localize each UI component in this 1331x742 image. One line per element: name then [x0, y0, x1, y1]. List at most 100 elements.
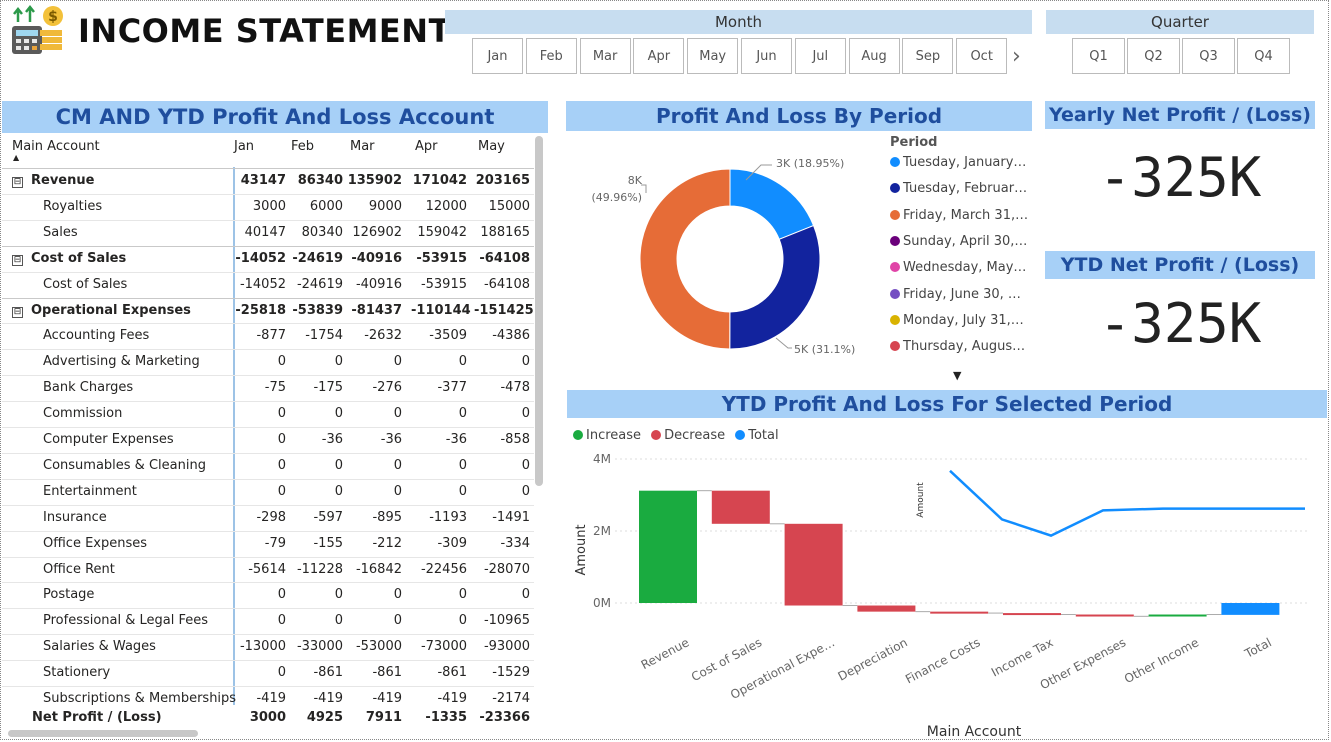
waterfall-bar-0[interactable]: [639, 490, 697, 603]
legend-item[interactable]: Monday, July 31,…: [890, 313, 1024, 328]
legend-label: Friday, March 31,…: [903, 207, 1029, 223]
month-button-jun[interactable]: Jun: [741, 38, 792, 74]
quarter-button-q4[interactable]: Q4: [1237, 38, 1290, 74]
quarter-button-q3[interactable]: Q3: [1182, 38, 1235, 74]
cell-value: -28070: [483, 561, 530, 577]
waterfall-bar-1[interactable]: [711, 490, 770, 524]
waterfall-bar-2[interactable]: [784, 523, 843, 606]
column-header-may[interactable]: May: [478, 139, 505, 154]
cell-value: -895: [372, 509, 402, 525]
quarter-button-q1[interactable]: Q1: [1072, 38, 1125, 74]
quarter-button-q2[interactable]: Q2: [1127, 38, 1180, 74]
cell-value: -1193: [429, 509, 467, 525]
ytd-kpi-value: -325K: [1098, 292, 1262, 355]
cell-value: 0: [334, 613, 343, 629]
legend-more-icon[interactable]: ▼: [953, 369, 961, 382]
month-button-may[interactable]: May: [687, 38, 739, 74]
legend-item[interactable]: Sunday, April 30,…: [890, 234, 1027, 249]
month-button-mar[interactable]: Mar: [579, 38, 631, 74]
cell-value: -151425: [474, 302, 534, 318]
month-button-jul[interactable]: Jul: [794, 38, 846, 74]
x-tick-label: Depreciation: [836, 635, 910, 683]
cell-value: 0: [277, 354, 286, 370]
cell-value: -36: [380, 432, 402, 447]
month-button-jan[interactable]: Jan: [472, 38, 523, 74]
month-button-oct[interactable]: Oct: [956, 38, 1008, 74]
legend-total[interactable]: Total: [748, 428, 778, 443]
x-tick-label: Total: [1242, 635, 1274, 661]
donut-slice-2[interactable]: [639, 168, 731, 350]
donut-slice-1[interactable]: [729, 224, 821, 350]
legend-item[interactable]: Friday, June 30, …: [890, 287, 1021, 302]
month-button-feb[interactable]: Feb: [525, 38, 577, 74]
column-header-jan[interactable]: Jan: [234, 139, 254, 154]
cell-value: 0: [277, 665, 286, 681]
row-label-text: Royalties: [43, 198, 103, 214]
sort-ascending-icon[interactable]: ▲: [13, 153, 19, 162]
row-label-text: Entertainment: [43, 483, 137, 499]
row-label-text: Accounting Fees: [43, 328, 150, 344]
slicer-next-arrow-icon[interactable]: ›: [1012, 44, 1021, 69]
increase-legend-dot: [573, 430, 583, 440]
cell-value: 0: [277, 457, 286, 473]
collapse-icon[interactable]: ⊟: [12, 254, 23, 266]
cell-value: -11228: [296, 561, 343, 577]
slice-label-jan: 3K (18.95%): [776, 157, 844, 170]
table-row: Accounting Fees -877 -1754 -2632 -3509 -4386: [2, 323, 534, 349]
table-row: Insurance -298 -597 -895 -1193 -1491: [2, 505, 534, 531]
waterfall-bar-total[interactable]: [1221, 603, 1280, 615]
row-label-text: Office Rent: [43, 561, 115, 577]
cell-value: -14052: [239, 276, 286, 292]
cell-value: -64108: [483, 276, 530, 292]
cell-value: -1491: [492, 509, 530, 525]
row-label-text: Office Expenses: [43, 535, 148, 551]
quarter-slicer-title: Quarter: [1046, 10, 1314, 34]
cell-value: 0: [334, 457, 343, 473]
table-row: Computer Expenses 0 -36 -36 -36 -858: [2, 427, 534, 453]
waterfall-bar-6[interactable]: [1075, 614, 1134, 617]
month-button-aug[interactable]: Aug: [848, 38, 900, 74]
legend-decrease[interactable]: Decrease: [664, 428, 725, 443]
row-divider: [2, 219, 534, 221]
waterfall-bar-5[interactable]: [1003, 613, 1061, 616]
donut-slice-0[interactable]: [729, 168, 815, 240]
legend-increase[interactable]: Increase: [586, 428, 641, 443]
legend-item[interactable]: Tuesday, Februar…: [890, 181, 1027, 196]
collapse-icon[interactable]: ⊟: [12, 177, 23, 188]
legend-item[interactable]: Friday, March 31,…: [890, 208, 1028, 223]
total-cell-value: -1335: [425, 710, 467, 725]
legend-label: Monday, July 31,…: [903, 312, 1024, 328]
waterfall-bar-7[interactable]: [1148, 614, 1207, 617]
column-header-apr[interactable]: Apr: [415, 139, 438, 154]
legend-item[interactable]: Tuesday, January…: [890, 155, 1026, 170]
table-vertical-scrollbar[interactable]: [535, 136, 543, 486]
row-label: ⊟ Revenue: [12, 168, 242, 194]
table-total-row: Net Profit / (Loss) 3000 4925 7911 -1335 -233…: [2, 705, 534, 731]
waterfall-title: YTD Profit And Loss For Selected Period: [567, 390, 1327, 418]
cell-value: -73000: [420, 639, 467, 655]
cell-value: -53915: [420, 276, 467, 292]
cell-value: 0: [458, 483, 467, 499]
cell-value: 0: [393, 457, 402, 473]
total-cell-value: 3000: [249, 710, 286, 725]
table-horizontal-scrollbar[interactable]: [8, 730, 198, 737]
row-divider: [2, 452, 534, 454]
row-label-text: Operational Expenses: [31, 302, 191, 318]
column-header-feb[interactable]: Feb: [291, 139, 314, 154]
column-header-mar[interactable]: Mar: [350, 139, 375, 154]
collapse-icon[interactable]: ⊟: [12, 306, 23, 318]
legend-dot: [890, 209, 900, 220]
table-row: Postage 0 0 0 0 0: [2, 582, 534, 608]
waterfall-bar-3[interactable]: [857, 605, 916, 612]
month-button-sep[interactable]: Sep: [902, 38, 954, 74]
cell-value: -79: [264, 535, 286, 551]
month-button-apr[interactable]: Apr: [633, 38, 685, 74]
row-divider: [2, 245, 534, 247]
cell-value: -298: [256, 509, 286, 525]
row-divider: [2, 478, 534, 480]
waterfall-bar-4[interactable]: [930, 611, 989, 614]
legend-item[interactable]: Thursday, Augus…: [890, 339, 1025, 354]
cell-value: 0: [393, 406, 402, 422]
legend-item[interactable]: Wednesday, May…: [890, 260, 1026, 275]
column-header-main-account[interactable]: Main Account: [12, 139, 100, 154]
